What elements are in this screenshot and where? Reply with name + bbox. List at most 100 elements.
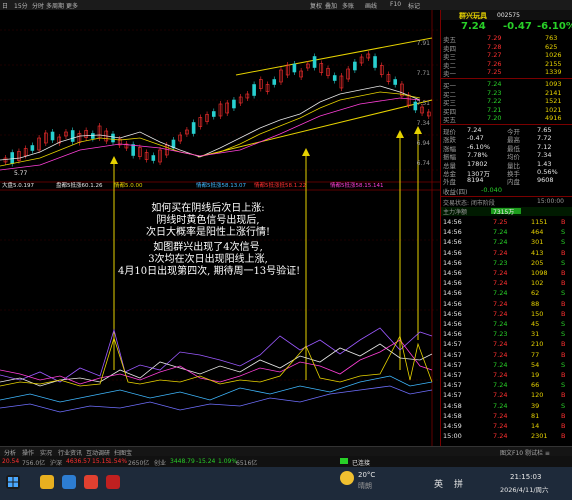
main-flow-value: 7315万 xyxy=(493,209,515,216)
quote-value: 8194 xyxy=(467,176,484,185)
kline-chart-area[interactable]: 7.91 7.71 7.51 7.34 6.94 6.74 5.77 大盘5.0… xyxy=(0,10,440,446)
adjust-button[interactable]: 复权 xyxy=(310,1,322,10)
axis-label: 6.94 xyxy=(416,140,430,147)
ask-price: 7.28 xyxy=(487,42,502,51)
trade-price: 7.24 xyxy=(493,279,508,288)
f10-button[interactable]: F10 xyxy=(390,1,401,8)
trade-price: 7.23 xyxy=(493,258,508,267)
candle-body xyxy=(232,99,236,109)
period-multi[interactable]: 多周期 xyxy=(46,1,64,10)
bid-price: 7.21 xyxy=(487,105,502,114)
bid-book: 买一 7.24 1093 买二 7.23 2141 买三 7.22 1521 买四 7.21 1021… xyxy=(441,80,572,124)
candle-body xyxy=(332,75,337,81)
bid-volume: 1521 xyxy=(545,97,562,106)
trade-status-label: 交易状态: 闭市阶段 xyxy=(443,200,495,207)
trade-volume: 14 xyxy=(531,422,540,430)
trade-flag: B xyxy=(561,350,566,359)
flow-value: -0.040 xyxy=(481,186,502,194)
trade-time: 14:56 xyxy=(443,258,462,267)
trade-volume: 301 xyxy=(531,238,544,247)
trade-volume: 205 xyxy=(531,258,544,267)
period-15min[interactable]: 15分 xyxy=(14,1,28,10)
ask-price: 7.29 xyxy=(487,34,502,42)
trade-time: 14:59 xyxy=(443,422,462,430)
trade-volume: 1151 xyxy=(531,218,548,226)
trade-flag: B xyxy=(561,340,566,349)
trade-time: 14:56 xyxy=(443,238,462,247)
ask-volume: 1339 xyxy=(545,68,562,77)
mark-button[interactable]: 标记 xyxy=(408,1,420,10)
candle-body xyxy=(91,133,95,139)
index-value: 2650亿 xyxy=(128,460,150,467)
weather-icon[interactable] xyxy=(340,471,354,485)
ask-volume: 2155 xyxy=(545,59,562,68)
period-day[interactable]: 日 xyxy=(2,1,8,10)
trade-row: 14:56 7.24 102 B xyxy=(441,279,572,287)
candle-body xyxy=(292,63,297,73)
file-explorer-icon[interactable] xyxy=(40,475,54,489)
axis-label: 7.34 xyxy=(416,120,430,127)
trade-flag: S xyxy=(561,401,566,410)
candle-body xyxy=(373,56,377,68)
price-change: -0.47 xyxy=(503,21,532,32)
candle-body xyxy=(151,155,156,161)
ask-volume: 1026 xyxy=(545,51,562,60)
browser-icon[interactable] xyxy=(62,475,76,489)
annotation-text: 阴线时黄色信号出现后, xyxy=(156,215,260,226)
trade-row: 14:56 7.24 45 S xyxy=(441,320,572,328)
clock-time[interactable]: 21:15:03 xyxy=(510,473,541,481)
index-value: 3448.79 xyxy=(170,458,195,465)
trade-row: 14:57 7.24 54 S xyxy=(441,361,572,369)
annotation-text: 次日大概率是阳性上涨行情! xyxy=(145,227,271,238)
trade-flag: B xyxy=(561,411,566,420)
stock-code: 002575 xyxy=(497,12,520,19)
annotation-text: 如图群兴出现了4次信号, xyxy=(153,242,263,253)
windows-start-icon[interactable] xyxy=(6,475,20,489)
trade-volume: 88 xyxy=(531,299,540,308)
trade-volume: 19 xyxy=(531,371,540,379)
trade-price: 7.24 xyxy=(493,248,508,257)
more-menu[interactable]: 更多 xyxy=(66,1,78,10)
annotation-block-1: 如何买在阴线后次日上涨: 阴线时黄色信号出现后, 次日大概率是阳性上涨行情! xyxy=(118,203,298,239)
input-lang[interactable]: 英 xyxy=(434,477,443,490)
quote-value: 9608 xyxy=(537,176,554,185)
quote-value: 7.78% xyxy=(467,151,488,160)
trade-row: 14:58 7.24 81 B xyxy=(441,412,572,420)
candle-body xyxy=(70,130,75,142)
ask-volume: 625 xyxy=(545,42,558,51)
price-change-pct: -6.10% xyxy=(537,21,572,32)
trade-time: 14:57 xyxy=(443,391,462,400)
draw-line-button[interactable]: 画线 xyxy=(365,1,377,10)
quote-row: 总量 17802 量比 1.43 xyxy=(441,160,572,170)
trade-time: 14:57 xyxy=(443,381,462,390)
input-method[interactable]: 拼 xyxy=(454,477,463,490)
trading-app-icon[interactable] xyxy=(106,475,120,489)
overlay-button[interactable]: 叠加 xyxy=(325,1,337,10)
bid-row: 买二 7.23 2141 xyxy=(441,89,572,99)
trade-flag: S xyxy=(561,258,566,267)
trade-volume: 54 xyxy=(531,360,540,369)
quote-value: 0.56% xyxy=(537,168,558,176)
multi-account-button[interactable]: 多账 xyxy=(342,1,354,10)
trade-list[interactable]: 14:56 7.25 1151 B 14:56 7.24 464 S 14:56 7.24 301 S… xyxy=(441,218,572,444)
trade-price: 7.23 xyxy=(493,330,508,339)
trade-time: 14:56 xyxy=(443,218,462,226)
trade-price: 7.24 xyxy=(493,422,508,430)
trade-row: 14:56 7.24 413 B xyxy=(441,249,572,257)
bid-volume: 4916 xyxy=(545,114,562,123)
index-value: 6516亿 xyxy=(236,460,258,467)
app-icon[interactable] xyxy=(84,475,98,489)
stock-header: 群兴玩具 002575 xyxy=(441,10,572,20)
trade-row: 14:59 7.24 14 B xyxy=(441,422,572,430)
candle-body xyxy=(50,131,55,141)
candle-body xyxy=(30,145,35,151)
trade-volume: 39 xyxy=(531,401,540,410)
ask-volume: 763 xyxy=(545,34,558,42)
trade-time: 14:57 xyxy=(443,340,462,349)
ask-book: 卖五 7.29 763 卖四 7.28 625 卖三 7.27 1026 卖二 7.26 2155 卖一… xyxy=(441,34,572,78)
bid-row: 买一 7.24 1093 xyxy=(441,80,572,90)
trade-flag: B xyxy=(561,299,566,308)
bid-price: 7.24 xyxy=(487,80,502,88)
clock-date[interactable]: 2026/4/11/周六 xyxy=(500,484,549,494)
period-intraday[interactable]: 分时 xyxy=(32,1,44,10)
